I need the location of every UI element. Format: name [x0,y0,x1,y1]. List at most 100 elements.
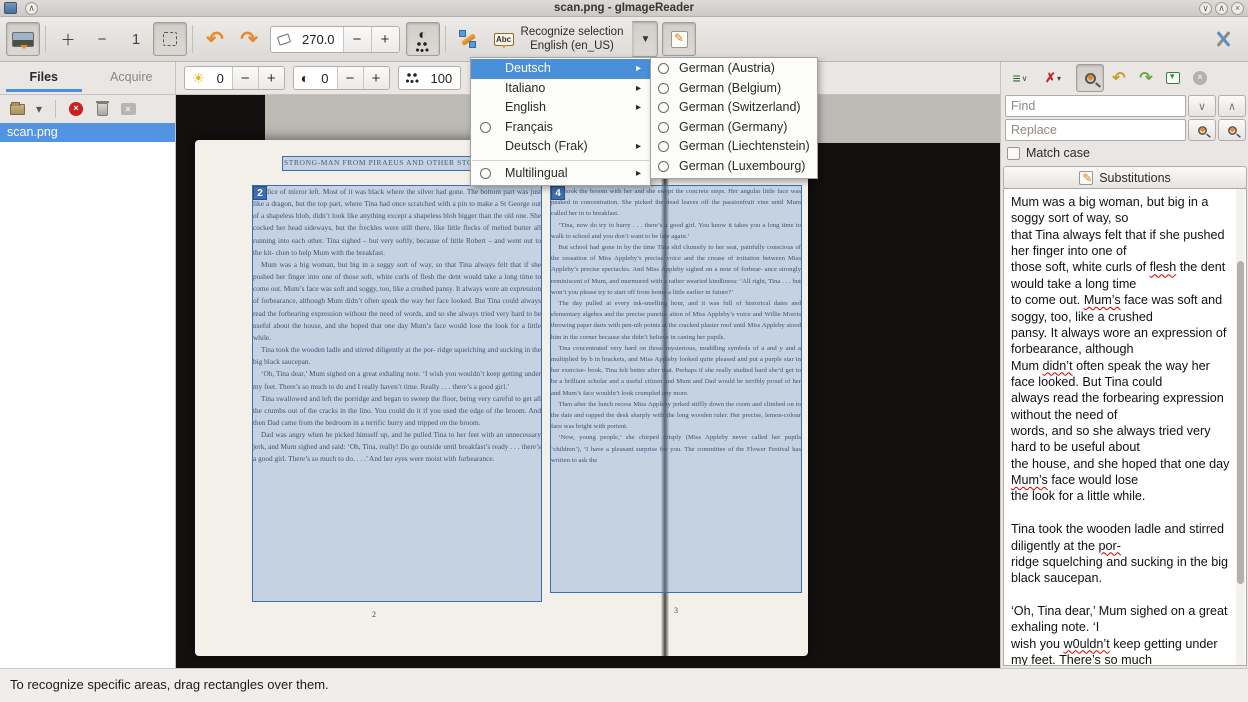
rotate-left-button[interactable]: ↶ [198,22,232,56]
resolution-value[interactable]: 100 [423,71,461,86]
radio-icon [480,168,491,179]
chevron-down-icon: ▼ [641,34,651,45]
separator [55,100,56,118]
recognize-language-dropdown-button[interactable]: ▼ [632,21,658,57]
close-icon[interactable]: × [1231,2,1244,15]
menu-item-german-belgium[interactable]: German (Belgium) [651,79,817,99]
rotate-right-button[interactable]: ↷ [232,22,266,56]
contrast-icon: ◐ [301,70,309,86]
rotation-increase-button[interactable]: + [371,27,399,52]
find-replace-toggle-button[interactable] [1076,64,1104,92]
image-controls-icon [12,32,34,47]
menu-item-german-austria[interactable]: German (Austria) [651,59,817,79]
clear-output-icon: × [1193,71,1207,85]
undo-button[interactable]: ↶ [1107,66,1131,90]
find-next-button[interactable]: ∧ [1218,95,1246,117]
contrast-decrease-button[interactable]: − [337,67,363,89]
menu-item-german-germany[interactable]: German (Germany) [651,118,817,138]
menu-item-italiano[interactable]: Italiano ▸ [471,79,650,99]
toggle-output-pane-button[interactable] [662,22,696,56]
clear-icon: × [121,103,136,115]
open-file-menu-button[interactable]: ▾ [32,98,46,120]
brightness-icon: ☀ [192,70,205,87]
radio-icon [658,161,669,172]
submenu-arrow-icon: ▸ [636,164,641,184]
settings-button[interactable] [1206,22,1240,56]
rotation-value[interactable]: 270.0 [294,32,343,47]
output-text[interactable]: Mum was a big woman, but big in a soggy … [1003,188,1247,666]
submenu-arrow-icon: ▸ [636,59,641,79]
contrast-spinner: ◐ 0 − + [293,66,390,90]
selection-region-2[interactable]: 2 [252,185,542,602]
brightness-decrease-button[interactable]: − [232,67,258,89]
recognize-button[interactable]: Abc Recognize selection English (en_US) [485,21,633,57]
strip-filter-button[interactable]: ✗ ▾ [1041,66,1065,90]
submenu-arrow-icon: ▸ [636,98,641,118]
radio-icon [658,83,669,94]
chevron-down-icon: ∨ [1022,74,1028,83]
minimize-icon[interactable]: ∨ [1199,2,1212,15]
menu-item-german-luxembourg[interactable]: German (Luxembourg) [651,157,817,177]
menu-item-deutsch[interactable]: Deutsch ▸ [471,59,650,79]
show-controls-button[interactable] [6,22,40,56]
separator [45,25,46,53]
menu-separator [472,160,649,161]
language-menu: Deutsch ▸ Italiano ▸ English ▸ Français … [470,57,651,186]
zoom-out-button[interactable]: − [85,22,119,56]
tab-acquire[interactable]: Acquire [88,62,176,94]
status-bar: To recognize specific areas, drag rectan… [0,668,1248,702]
rotation-spinner: 270.0 − + [270,26,400,53]
delete-file-button[interactable] [91,98,113,120]
output-pane-icon [671,31,688,48]
contrast-value[interactable]: 0 [313,71,336,86]
insert-mode-button[interactable]: ≡ ∨ [1008,66,1032,90]
substitutions-button[interactable]: Substitutions [1003,166,1247,189]
selection-badge-4: 4 [551,186,565,200]
dots-icon [416,42,429,52]
zoom-fit-button[interactable] [153,22,187,56]
title-bar: ∧ scan.png - gImageReader ∨ ∧ × [0,0,1248,17]
output-scrollbar[interactable] [1236,189,1245,665]
image-adjust-toggle-button[interactable]: ◐ [406,22,440,56]
radio-icon [658,102,669,113]
redo-button[interactable]: ↷ [1134,66,1158,90]
maximize-icon[interactable]: ∧ [1215,2,1228,15]
shade-window-icon[interactable]: ∧ [25,2,38,15]
zoom-in-button[interactable]: ＋ [51,22,85,56]
file-list: scan.png [0,123,175,668]
match-case-checkbox[interactable] [1007,147,1020,160]
selection-badge-2: 2 [253,186,267,200]
page-number-left: 2 [372,610,376,619]
zoom-original-button[interactable]: 1 [119,22,153,56]
find-input[interactable] [1005,95,1186,117]
clear-output-button[interactable]: × [1188,66,1212,90]
menu-item-deutsch-frak[interactable]: Deutsch (Frak) ▸ [471,137,650,157]
menu-item-english[interactable]: English ▸ [471,98,650,118]
menu-item-multilingual[interactable]: Multilingual ▸ [471,164,650,184]
auto-layout-button[interactable] [451,22,485,56]
filter-icon: ✗ [1045,70,1056,86]
replace-button[interactable] [1188,119,1216,141]
menu-item-francais[interactable]: Français [471,118,650,138]
tools-icon [1214,30,1232,48]
contrast-increase-button[interactable]: + [363,67,389,89]
brightness-spinner: ☀ 0 − + [184,66,285,90]
save-output-button[interactable] [1161,66,1185,90]
menu-item-german-switzerland[interactable]: German (Switzerland) [651,98,817,118]
open-file-button[interactable] [6,98,28,120]
find-replace-icon [1085,73,1096,84]
match-case-label: Match case [1026,146,1090,160]
menu-item-german-liechtenstein[interactable]: German (Liechtenstein) [651,137,817,157]
clear-list-button[interactable]: × [117,98,139,120]
rotation-decrease-button[interactable]: − [343,27,371,52]
brightness-value[interactable]: 0 [209,71,232,86]
file-list-item[interactable]: scan.png [0,123,175,142]
find-previous-button[interactable]: ∨ [1188,95,1216,117]
replace-all-button[interactable] [1218,119,1246,141]
brightness-increase-button[interactable]: + [258,67,284,89]
tab-files[interactable]: Files [0,62,88,94]
remove-file-button[interactable]: × [65,98,87,120]
output-scrollbar-thumb[interactable] [1237,261,1244,584]
selection-region-4[interactable]: 4 [550,185,802,593]
replace-input[interactable] [1005,119,1186,141]
